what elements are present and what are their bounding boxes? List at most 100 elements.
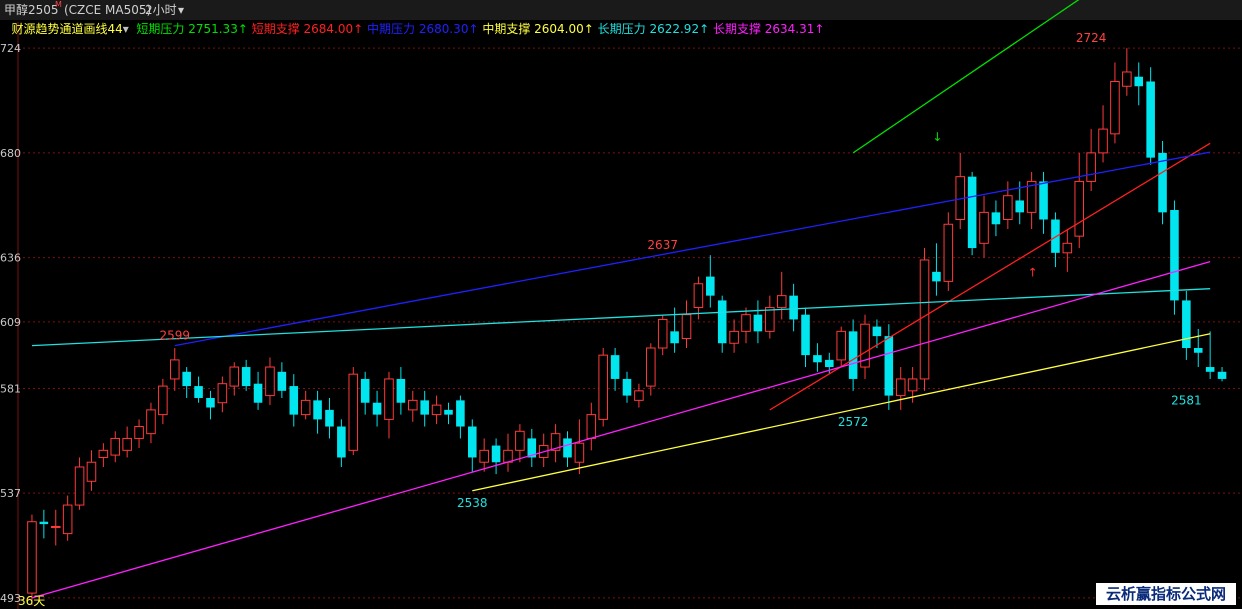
- candle-body: [444, 409, 453, 415]
- candle-body: [74, 466, 85, 506]
- candlestick-chart[interactable]: 7246806366095815374932599253826372572272…: [0, 0, 1242, 609]
- candle-body: [1193, 348, 1203, 353]
- candle-body: [1015, 200, 1025, 213]
- candle-body: [206, 397, 215, 408]
- candle-body: [1205, 367, 1215, 372]
- candle-body: [586, 414, 597, 439]
- legend-item-0: 短期压力 2751.33↑: [136, 22, 252, 36]
- candle-body: [991, 212, 1001, 225]
- legend-item-3: 中期支撑 2604.00↑: [482, 22, 598, 36]
- legend-item-5: 长期支撑 2634.31↑: [712, 22, 825, 36]
- candle-body: [431, 404, 442, 416]
- candle-body: [277, 371, 287, 391]
- candle-body: [789, 295, 798, 320]
- candle-body: [372, 402, 382, 415]
- watermark-logo: 云析赢指标公式网: [1096, 583, 1236, 605]
- legend-item-1: 短期支撑 2684.00↑: [251, 22, 368, 36]
- candle-body: [717, 300, 727, 344]
- price-annotation: 2599: [159, 329, 190, 343]
- candle-body: [27, 521, 37, 594]
- candle-body: [670, 331, 679, 344]
- candle-body: [646, 347, 656, 387]
- price-annotation: 2724: [1076, 31, 1107, 45]
- candle-body: [146, 409, 156, 435]
- candle-body: [563, 438, 572, 458]
- candle-body: [348, 373, 359, 451]
- candle-body: [158, 385, 168, 416]
- candle-body: [848, 331, 858, 379]
- price-annotation: 2538: [457, 496, 488, 510]
- candle-body: [39, 521, 49, 525]
- candle-body: [1182, 300, 1191, 349]
- candle-body: [622, 378, 632, 396]
- candle-body: [895, 378, 906, 397]
- legend-item-4: 长期压力 2622.92↑: [597, 22, 713, 36]
- signal-down-arrow-icon: ↓: [932, 130, 942, 144]
- candle-body: [729, 330, 739, 344]
- candle-body: [456, 400, 465, 427]
- price-annotation: 2581: [1171, 393, 1202, 407]
- candle-body: [598, 354, 608, 420]
- candle-body: [932, 271, 941, 282]
- candle-body: [420, 400, 429, 415]
- legend-spacer: [0, 22, 11, 36]
- candle-body: [693, 283, 704, 309]
- candle-body: [1051, 219, 1060, 253]
- candle-body: [407, 399, 418, 411]
- candle-body: [396, 378, 406, 403]
- candle-body: [1039, 181, 1048, 220]
- candle-body: [1003, 195, 1013, 221]
- candle-body: [217, 383, 228, 404]
- candle-body: [479, 449, 489, 463]
- candle-body: [813, 355, 822, 363]
- candle-body: [657, 318, 668, 349]
- candle-body: [289, 386, 299, 415]
- candle-body: [872, 326, 882, 337]
- candle-body: [765, 307, 775, 332]
- days-count-label: 36天: [18, 594, 45, 608]
- candle-body: [1170, 209, 1179, 301]
- candle-body: [574, 442, 585, 463]
- candle-body: [62, 504, 73, 535]
- candle-body: [337, 426, 346, 458]
- candle-body: [1122, 71, 1132, 87]
- indicator-name[interactable]: 财源趋势通道画线44: [11, 22, 122, 36]
- candle-body: [681, 314, 692, 339]
- price-annotation: 2637: [647, 238, 678, 252]
- candle-body: [313, 400, 322, 420]
- legend-item-2: 中期压力 2680.30↑: [367, 22, 483, 36]
- candle-body: [384, 378, 394, 420]
- candle-body: [1110, 80, 1120, 135]
- candle-body: [241, 367, 251, 387]
- candle-body: [253, 383, 263, 403]
- y-tick-label: 581: [0, 382, 21, 395]
- candle-body: [1146, 81, 1155, 158]
- candle-body: [634, 390, 644, 401]
- y-tick-label: 636: [0, 252, 21, 265]
- candle-body: [265, 366, 275, 397]
- candle-body: [1217, 371, 1227, 379]
- candle-body: [182, 371, 191, 387]
- candle-body: [919, 259, 930, 380]
- trend-line-5: [31, 260, 1211, 599]
- candle-body: [706, 276, 715, 296]
- candle-body: [122, 437, 132, 451]
- candle-body: [979, 211, 989, 244]
- candle-body: [907, 378, 918, 392]
- y-tick-label: 724: [0, 42, 21, 55]
- candle-body: [741, 314, 751, 332]
- candle-body: [50, 525, 61, 528]
- trend-line-4: [31, 288, 1211, 347]
- y-tick-label: 537: [0, 487, 21, 500]
- candle-body: [98, 449, 109, 458]
- candle-body: [1074, 180, 1085, 237]
- candle-body: [194, 386, 203, 398]
- candle-body: [836, 330, 847, 361]
- candle-body: [1098, 128, 1108, 154]
- candle-body: [1134, 76, 1144, 87]
- indicator-dropdown-icon[interactable]: ▾: [123, 22, 137, 36]
- candle-body: [491, 445, 501, 463]
- candle-body: [801, 314, 810, 356]
- candle-body: [967, 176, 977, 249]
- candle-body: [825, 359, 834, 368]
